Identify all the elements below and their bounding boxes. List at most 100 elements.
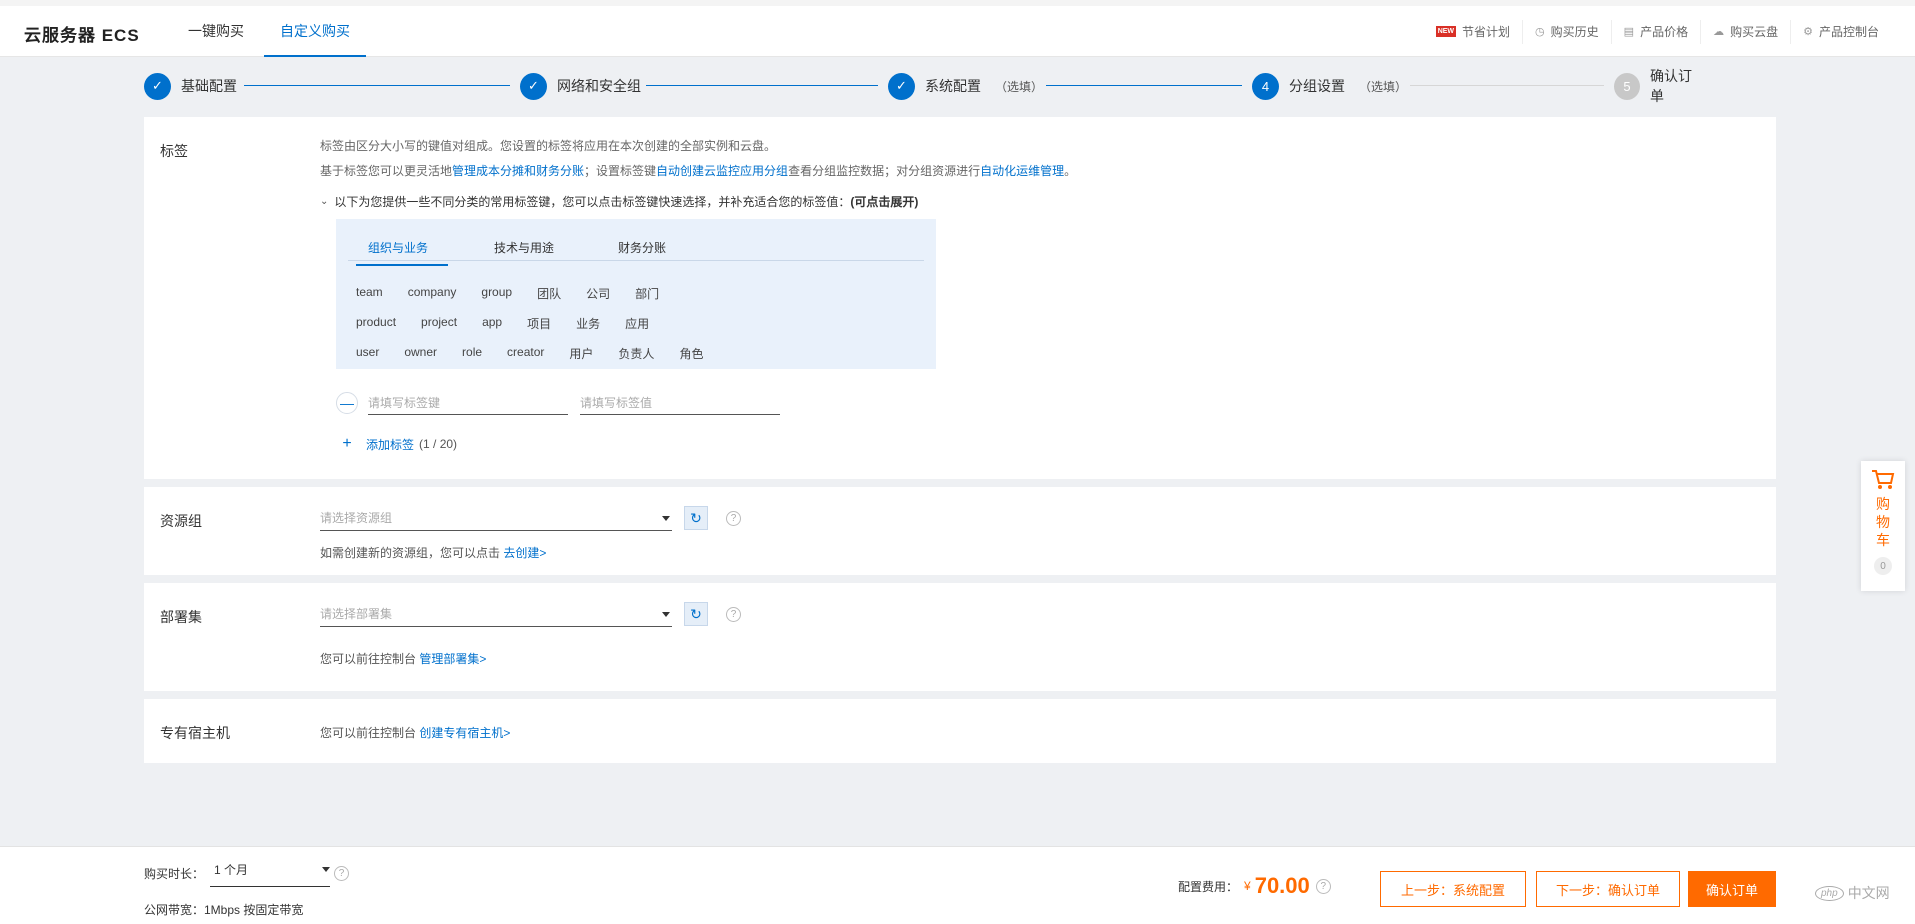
chevron-down-icon: ⌄: [320, 196, 329, 207]
tag-chip[interactable]: 团队: [537, 285, 561, 302]
console-link[interactable]: ⚙ 产品控制台: [1790, 19, 1891, 44]
tag-chip[interactable]: team: [356, 285, 383, 302]
tag-chip[interactable]: project: [421, 315, 457, 332]
tag-value-input[interactable]: [580, 391, 780, 415]
tag-chip[interactable]: company: [408, 285, 457, 302]
cloud-monitor-link[interactable]: 自动创建云监控应用分组: [656, 164, 788, 178]
help-icon[interactable]: ?: [1315, 878, 1331, 894]
resource-group-select-row: 请选择资源组 ↻ ?: [320, 505, 741, 531]
cost-allocation-link[interactable]: 管理成本分摊和财务分账: [452, 164, 584, 178]
product-price-label: 产品价格: [1640, 25, 1689, 39]
resource-group-hint: 如需创建新的资源组，您可以点击 去创建>: [320, 544, 546, 561]
tag-chip[interactable]: 业务: [576, 315, 600, 332]
step-connector: [646, 85, 878, 86]
tag-key-input[interactable]: [368, 391, 568, 415]
tag-chip[interactable]: creator: [507, 345, 544, 362]
currency-symbol: ¥: [1244, 879, 1251, 893]
confirm-order-button[interactable]: 确认订单: [1688, 871, 1776, 907]
purchase-history-label: 购买历史: [1550, 25, 1599, 39]
deployment-set-select[interactable]: 请选择部署集: [320, 601, 672, 627]
check-icon: ✓: [144, 72, 171, 100]
tag-chip[interactable]: 用户: [569, 345, 593, 362]
step-network-security[interactable]: ✓ 网络和安全组: [520, 72, 641, 100]
tag-chip[interactable]: owner: [404, 345, 437, 362]
step-connector: [1046, 85, 1242, 86]
automation-ops-link[interactable]: 自动化运维管理: [980, 164, 1064, 178]
tab-tech-usage[interactable]: 技术与用途: [494, 239, 554, 264]
caret-down-icon: [322, 867, 331, 872]
tag-chip[interactable]: 公司: [586, 285, 610, 302]
duration-label: 购买时长：: [144, 866, 205, 881]
hint-text: 您可以前往控制台: [320, 652, 420, 666]
watermark-text: 中文网: [1847, 885, 1890, 901]
product-price-link[interactable]: ▤ 产品价格: [1610, 19, 1700, 44]
step-label: 系统配置: [925, 78, 981, 94]
product-title: 云服务器 ECS: [24, 26, 140, 45]
check-icon: ✓: [888, 72, 915, 100]
tag-chip[interactable]: 应用: [625, 315, 649, 332]
tag-chip[interactable]: user: [356, 345, 379, 362]
step-group-settings: 4 分组设置 （选填）: [1252, 72, 1407, 100]
tag-chip[interactable]: app: [482, 315, 502, 332]
tag-entry-row: —: [336, 391, 780, 415]
savings-plan-link[interactable]: NEW 节省计划: [1424, 20, 1522, 44]
dedicated-host-hint: 您可以前往控制台 创建专有宿主机>: [320, 724, 510, 741]
tab-org-business[interactable]: 组织与业务: [356, 239, 449, 266]
tag-chip[interactable]: product: [356, 315, 396, 332]
tab-custom-buy[interactable]: 自定义购买: [264, 6, 366, 57]
tag-chip-row: team company group 团队 公司 部门: [356, 285, 684, 302]
step-basic-config[interactable]: ✓ 基础配置: [144, 72, 237, 100]
watermark: php 中文网: [1815, 883, 1890, 903]
tag-chip[interactable]: 项目: [527, 315, 551, 332]
tab-finance[interactable]: 财务分账: [618, 239, 666, 264]
refresh-icon[interactable]: ↻: [684, 506, 708, 530]
create-resource-group-link[interactable]: 去创建>: [503, 546, 546, 560]
duration-value: 1 个月: [214, 863, 249, 877]
resource-group-title: 资源组: [160, 513, 202, 529]
help-icon[interactable]: ?: [334, 865, 350, 881]
tag-chip[interactable]: 角色: [679, 345, 703, 362]
document-icon: ▤: [1623, 26, 1635, 38]
check-icon: ✓: [520, 72, 547, 100]
dedicated-host-title: 专有宿主机: [160, 725, 230, 741]
expander-text: 以下为您提供一些不同分类的常用标签键，您可以点击标签键快速选择，并补充适合您的标…: [334, 195, 851, 209]
tag-chip[interactable]: group: [481, 285, 512, 302]
next-step-button[interactable]: 下一步：确认订单: [1536, 871, 1680, 907]
duration-select[interactable]: 1 个月: [210, 859, 331, 887]
help-icon[interactable]: ?: [726, 606, 741, 622]
desc-text: ；设置标签键: [584, 164, 657, 178]
hint-text: 如需创建新的资源组，您可以点击: [320, 546, 504, 560]
tags-section: 标签 标签由区分大小写的键值对组成。您设置的标签将应用在本次创建的全部实例和云盘…: [144, 117, 1776, 479]
common-tags-expander[interactable]: ⌄ 以下为您提供一些不同分类的常用标签键，您可以点击标签键快速选择，并补充适合您…: [320, 193, 918, 210]
add-tag-link[interactable]: 添加标签: [366, 436, 414, 453]
hint-text: 您可以前往控制台: [320, 726, 420, 740]
plus-icon: +: [342, 435, 352, 452]
cart-icon: [1872, 470, 1895, 489]
create-dedicated-host-link[interactable]: 创建专有宿主机>: [419, 726, 510, 740]
purchase-history-link[interactable]: ◷ 购买历史: [1522, 19, 1611, 44]
top-header: 云服务器 ECS 一键购买 自定义购买 NEW 节省计划 ◷ 购买历史 ▤ 产品…: [0, 0, 1915, 57]
tag-chip-row: product project app 项目 业务 应用: [356, 315, 674, 332]
step-system-config[interactable]: ✓ 系统配置 （选填）: [888, 72, 1043, 100]
tab-quick-buy[interactable]: 一键购买: [172, 6, 260, 57]
bottom-bar: 购买时长： 1 个月 ? 公网带宽：1Mbps 按固定带宽 配置费用： ¥ 70…: [0, 846, 1915, 924]
manage-deployment-set-link[interactable]: 管理部署集>: [419, 652, 486, 666]
refresh-icon[interactable]: ↻: [684, 602, 708, 626]
cart-label: 购物车: [1876, 496, 1890, 548]
dedicated-host-section: 专有宿主机 您可以前往控制台 创建专有宿主机>: [144, 699, 1776, 763]
tag-chip[interactable]: role: [462, 345, 482, 362]
prev-step-button[interactable]: 上一步：系统配置: [1380, 871, 1526, 907]
buy-disk-link[interactable]: ☁ 购买云盘: [1700, 19, 1790, 44]
tag-chip[interactable]: 部门: [635, 285, 659, 302]
resource-group-select[interactable]: 请选择资源组: [320, 505, 672, 531]
tags-description: 标签由区分大小写的键值对组成。您设置的标签将应用在本次创建的全部实例和云盘。: [320, 139, 777, 153]
console-label: 产品控制台: [1818, 25, 1879, 39]
watermark-logo: php: [1815, 885, 1844, 901]
help-icon[interactable]: ?: [726, 510, 741, 526]
remove-tag-button[interactable]: —: [336, 392, 358, 414]
progress-steps: ✓ 基础配置 ✓ 网络和安全组 ✓ 系统配置 （选填） 4 分组设置 （选填） …: [144, 68, 1704, 104]
desc-text: 查看分组监控数据；对分组资源进行: [788, 164, 981, 178]
price-value: 70.00: [1254, 873, 1310, 898]
tag-chip[interactable]: 负责人: [618, 345, 654, 362]
shopping-cart[interactable]: 购物车 0: [1861, 461, 1905, 591]
